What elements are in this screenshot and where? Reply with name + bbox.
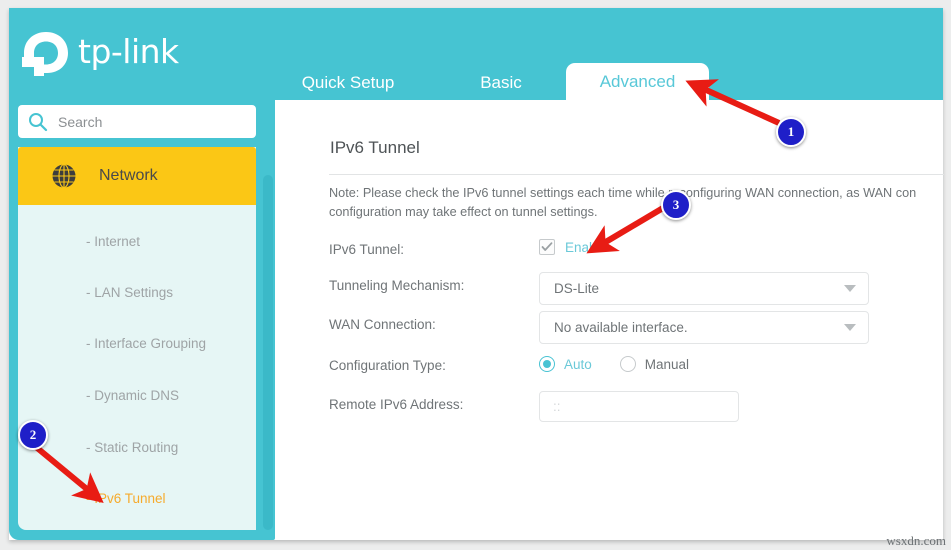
sidebar-item-label: - Static Routing	[86, 439, 179, 455]
tab-advanced[interactable]: Advanced	[566, 63, 709, 100]
sidebar-item-label: - Interface Grouping	[86, 335, 207, 351]
row-remote-ipv6-address: Remote IPv6 Address:	[329, 391, 944, 422]
sidebar-group-network[interactable]: Network	[18, 147, 256, 205]
radio-auto[interactable]	[539, 356, 555, 372]
enable-checkbox[interactable]	[539, 239, 555, 255]
sidebar-item-internet[interactable]: - Internet	[18, 224, 256, 258]
row-wan-connection: WAN Connection: No available interface.	[329, 311, 944, 344]
note-line-2: configuration may take effect on tunnel …	[329, 205, 598, 219]
wan-connection-value: No available interface.	[554, 320, 688, 335]
sidebar-item-label: - Dynamic DNS	[86, 387, 180, 403]
label-wan-connection: WAN Connection:	[329, 317, 436, 332]
brand-name: tp-link	[78, 32, 179, 71]
label-ipv6-tunnel: IPv6 Tunnel:	[329, 242, 405, 257]
tplink-logo-icon	[22, 32, 68, 76]
sidebar-group-label: Network	[99, 167, 158, 184]
page-title: IPv6 Tunnel	[330, 138, 420, 157]
sidebar-item-label: - LAN Settings	[86, 284, 174, 300]
tab-label: Quick Setup	[301, 73, 395, 92]
sidebar-item-lan-settings[interactable]: - LAN Settings	[18, 275, 256, 309]
search-icon	[29, 112, 48, 131]
field-tunneling-mechanism: DS-Lite	[539, 272, 869, 305]
radio-auto-label[interactable]: Auto	[564, 357, 592, 372]
field-ipv6-tunnel-enable: Enable	[539, 236, 607, 258]
sidebar-item-ipv6-tunnel[interactable]: - IPv6 Tunnel	[18, 481, 256, 515]
radio-manual-label[interactable]: Manual	[645, 357, 689, 372]
tunneling-mechanism-select[interactable]: DS-Lite	[539, 272, 869, 305]
search-box[interactable]	[18, 105, 256, 138]
row-ipv6-tunnel: IPv6 Tunnel: Enable	[329, 236, 944, 266]
title-divider	[329, 174, 944, 175]
tab-basic[interactable]: Basic	[465, 66, 537, 100]
sidebar-item-label: - Internet	[86, 233, 141, 249]
row-configuration-type: Configuration Type: Auto Manual	[329, 352, 944, 382]
sidebar-item-static-routing[interactable]: - Static Routing	[18, 430, 256, 464]
source-watermark: wsxdn.com	[886, 533, 946, 548]
tunneling-mechanism-value: DS-Lite	[554, 281, 600, 296]
enable-checkbox-label[interactable]: Enable	[565, 240, 607, 255]
annotation-badge-3: 3	[661, 190, 691, 220]
label-configuration-type: Configuration Type:	[329, 358, 446, 373]
remote-ipv6-address-input[interactable]	[539, 391, 739, 422]
wan-connection-select[interactable]: No available interface.	[539, 311, 869, 344]
annotation-badge-2: 2	[18, 420, 48, 450]
tab-label: Basic	[480, 73, 522, 92]
label-tunneling-mechanism: Tunneling Mechanism:	[329, 278, 465, 293]
top-tabs: Quick Setup Basic Advanced	[275, 8, 943, 100]
annotation-badge-1: 1	[776, 117, 806, 147]
note-text: Note: Please check the IPv6 tunnel setti…	[329, 184, 951, 222]
radio-manual[interactable]	[619, 356, 636, 372]
content-area: IPv6 Tunnel Note: Please check the IPv6 …	[275, 100, 944, 540]
field-wan-connection: No available interface.	[539, 311, 869, 344]
sidebar-item-label: - IPv6 Tunnel	[86, 490, 166, 506]
chevron-down-icon	[844, 285, 856, 292]
field-remote-ipv6-address	[539, 391, 739, 422]
tab-label: Advanced	[599, 71, 676, 91]
sidebar-item-interface-grouping[interactable]: - Interface Grouping	[18, 326, 256, 360]
sidebar-scrollbar[interactable]	[263, 175, 273, 530]
row-tunneling-mechanism: Tunneling Mechanism: DS-Lite	[329, 272, 944, 305]
globe-icon	[52, 163, 76, 189]
screenshot-root: tp-link Network - Internet - LAN Setting…	[0, 0, 951, 550]
sidebar-item-dynamic-dns[interactable]: - Dynamic DNS	[18, 378, 256, 412]
label-remote-ipv6-address: Remote IPv6 Address:	[329, 397, 464, 412]
check-icon	[541, 242, 553, 251]
note-line-1: Note: Please check the IPv6 tunnel setti…	[329, 186, 917, 200]
field-configuration-type: Auto Manual	[539, 352, 689, 376]
tab-quick-setup[interactable]: Quick Setup	[289, 66, 407, 100]
search-input[interactable]	[56, 106, 240, 137]
brand-logo: tp-link	[20, 28, 250, 80]
chevron-down-icon	[844, 324, 856, 331]
